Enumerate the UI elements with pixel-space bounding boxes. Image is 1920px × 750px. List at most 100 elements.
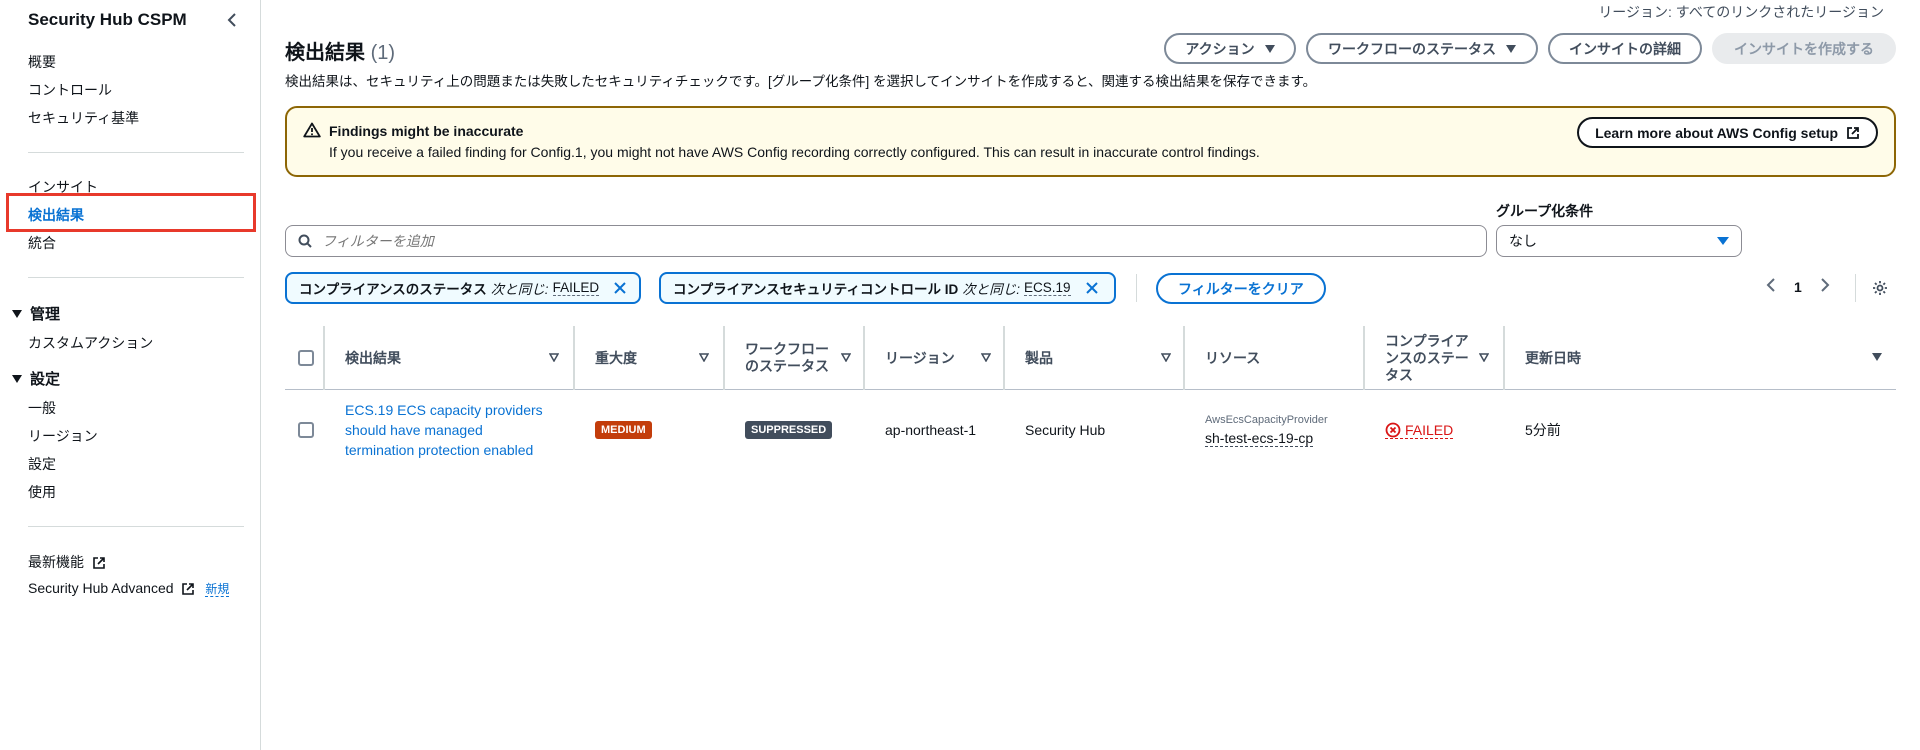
- create-insight-button[interactable]: インサイトを作成する: [1712, 33, 1896, 64]
- col-product[interactable]: 製品: [1025, 326, 1185, 390]
- col-compliance-line3: タス: [1385, 366, 1413, 383]
- prev-page-icon[interactable]: [1766, 278, 1776, 295]
- external-link-icon: [1847, 126, 1859, 139]
- col-workflow-line2: のステータス: [745, 358, 829, 374]
- sidebar-section-settings[interactable]: 設定: [12, 368, 60, 389]
- alert-text: If you receive a failed finding for Conf…: [329, 144, 1260, 160]
- select-all-checkbox[interactable]: [298, 350, 314, 366]
- sidebar-item-custom-actions[interactable]: カスタムアクション: [28, 333, 153, 353]
- sidebar-title: Security Hub CSPM: [28, 10, 187, 29]
- page-description: 検出結果は、セキュリティ上の問題または失敗したセキュリティチェックです。[グルー…: [285, 74, 1317, 89]
- select-all-checkbox-cell: [298, 326, 318, 390]
- workflow-badge: SUPPRESSED: [745, 421, 833, 439]
- column-separator: [723, 326, 725, 390]
- sort-icon: [549, 353, 559, 362]
- column-separator: [323, 326, 325, 390]
- filter-token-compliance-status[interactable]: コンプライアンスのステータス 次と同じ: FAILED: [285, 272, 641, 304]
- column-separator: [1503, 326, 1505, 390]
- table-row: ECS.19 ECS capacity providers should hav…: [285, 390, 1896, 470]
- caret-down-icon: [12, 309, 22, 318]
- col-region[interactable]: リージョン: [885, 326, 1005, 390]
- next-page-icon[interactable]: [1820, 278, 1830, 295]
- findings-table: 検出結果 重大度 ワークフロー のステータス リージョン 製品 リソース コンプ…: [285, 326, 1896, 470]
- col-resource: リソース: [1205, 326, 1365, 390]
- sidebar-divider: [28, 152, 244, 153]
- workflow-status-button[interactable]: ワークフローのステータス: [1306, 33, 1538, 64]
- group-by-select[interactable]: なし: [1496, 225, 1742, 257]
- finding-cell: ECS.19 ECS capacity providers should hav…: [345, 390, 565, 470]
- learn-more-config-button[interactable]: Learn more about AWS Config setup: [1577, 117, 1878, 148]
- resource-type: AwsEcsCapacityProvider: [1205, 413, 1328, 426]
- filter-input[interactable]: [322, 233, 1422, 249]
- compliance-status[interactable]: FAILED: [1385, 422, 1454, 439]
- caret-down-icon: [1717, 237, 1729, 245]
- column-separator: [863, 326, 865, 390]
- row-checkbox[interactable]: [298, 422, 314, 438]
- search-icon: [298, 234, 312, 248]
- sidebar-item-integrations[interactable]: 統合: [28, 233, 56, 253]
- sidebar-section-label: 設定: [30, 371, 61, 388]
- sidebar-item-configuration[interactable]: 設定: [28, 454, 56, 474]
- clear-filters-button[interactable]: フィルターをクリア: [1156, 273, 1326, 304]
- column-separator: [1003, 326, 1005, 390]
- col-compliance-status[interactable]: コンプライア ンスのステー タス: [1385, 326, 1503, 390]
- col-finding[interactable]: 検出結果: [345, 326, 573, 390]
- sort-icon: [841, 353, 851, 362]
- sidebar-item-standards[interactable]: セキュリティ基準: [28, 108, 139, 128]
- token-key: コンプライアンスのステータス: [299, 282, 487, 297]
- finding-title-link[interactable]: ECS.19 ECS capacity providers should hav…: [345, 400, 543, 460]
- sidebar-item-general[interactable]: 一般: [28, 398, 56, 418]
- sidebar-item-regions[interactable]: リージョン: [28, 426, 98, 446]
- external-link-icon: [93, 557, 105, 570]
- actions-button[interactable]: アクション: [1164, 33, 1296, 64]
- group-by-label: グループ化条件: [1496, 203, 1594, 219]
- token-operator: 次と同じ:: [962, 282, 1020, 297]
- filter-search[interactable]: [285, 225, 1487, 257]
- col-updated-label: 更新日時: [1525, 349, 1581, 366]
- current-page[interactable]: 1: [1794, 279, 1802, 295]
- sidebar-item-overview[interactable]: 概要: [28, 52, 56, 72]
- sidebar-section-label: 管理: [30, 306, 61, 323]
- sort-icon: [1479, 353, 1489, 362]
- latest-features-label: 最新機能: [28, 554, 84, 570]
- sidebar-section-manage[interactable]: 管理: [12, 303, 60, 324]
- filter-token-control-id[interactable]: コンプライアンスセキュリティコントロール ID 次と同じ: ECS.19: [659, 272, 1116, 304]
- sidebar-item-controls[interactable]: コントロール: [28, 80, 112, 100]
- create-insight-label: インサイトを作成する: [1734, 40, 1874, 57]
- collapse-sidebar-icon[interactable]: [222, 10, 242, 30]
- new-badge: 新規: [205, 582, 230, 597]
- product-cell: Security Hub: [1025, 422, 1106, 438]
- sidebar-item-latest-features[interactable]: 最新機能: [28, 552, 106, 572]
- token-operator: 次と同じ:: [490, 282, 549, 297]
- col-workflow-label: ワークフロー のステータス: [745, 341, 829, 375]
- sidebar-item-usage[interactable]: 使用: [28, 482, 56, 502]
- settings-gear-icon[interactable]: [1872, 280, 1888, 299]
- col-severity[interactable]: 重大度: [595, 326, 723, 390]
- col-updated[interactable]: 更新日時: [1525, 326, 1896, 390]
- remove-token-icon[interactable]: [613, 281, 627, 295]
- caret-down-icon: [1506, 44, 1516, 53]
- highlight-box: [6, 193, 256, 232]
- col-product-label: 製品: [1025, 349, 1053, 366]
- col-workflow-line1: ワークフロー: [745, 341, 829, 357]
- warning-alert: Findings might be inaccurate If you rece…: [285, 106, 1896, 177]
- region-selector[interactable]: リージョン: すべてのリンクされたリージョン: [1598, 2, 1884, 22]
- severity-badge: MEDIUM: [595, 421, 652, 439]
- resource-id[interactable]: sh-test-ecs-19-cp: [1205, 430, 1314, 447]
- sidebar-divider: [28, 277, 244, 278]
- row-checkbox-cell: [298, 390, 314, 470]
- workflow-cell: SUPPRESSED: [745, 390, 833, 470]
- resource-cell: AwsEcsCapacityProvider sh-test-ecs-19-cp: [1205, 390, 1328, 470]
- token-value: ECS.19: [1024, 280, 1071, 296]
- sort-icon: [981, 353, 991, 362]
- updated-cell: 5分前: [1525, 422, 1561, 438]
- sidebar-item-advanced[interactable]: Security Hub Advanced 新規: [28, 580, 230, 597]
- remove-token-icon[interactable]: [1085, 281, 1099, 295]
- column-separator: [573, 326, 575, 390]
- token-key: コンプライアンスセキュリティコントロール ID: [673, 282, 959, 297]
- column-separator: [1183, 326, 1185, 390]
- pagination: 1: [1766, 278, 1830, 295]
- insight-details-button[interactable]: インサイトの詳細: [1548, 33, 1702, 64]
- col-workflow-status[interactable]: ワークフロー のステータス: [745, 326, 865, 390]
- compliance-cell: FAILED: [1385, 390, 1454, 470]
